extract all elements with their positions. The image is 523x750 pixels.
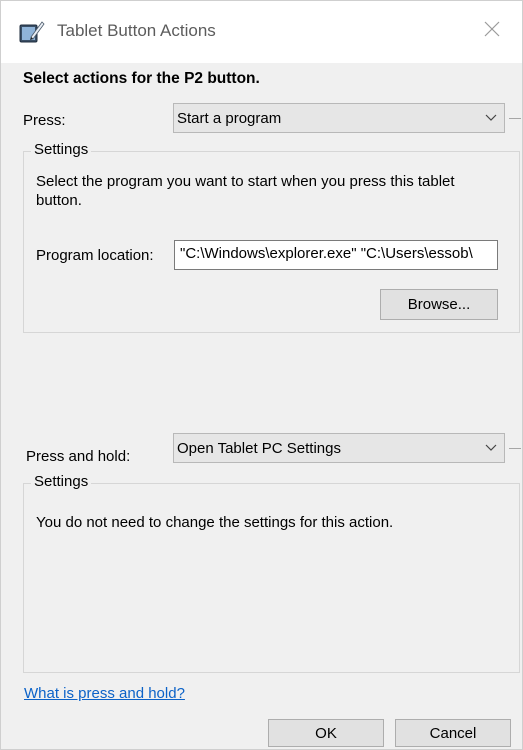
close-icon xyxy=(483,20,501,43)
tablet-pen-icon xyxy=(19,19,45,45)
help-link[interactable]: What is press and hold? xyxy=(24,685,185,702)
press-action-dropdown[interactable]: Start a program xyxy=(173,103,505,133)
title-bar: Tablet Button Actions xyxy=(1,1,522,63)
press-label: Press: xyxy=(23,112,66,129)
press-and-hold-action-dropdown[interactable]: Open Tablet PC Settings xyxy=(173,433,505,463)
ok-button[interactable]: OK xyxy=(268,719,384,747)
press-settings-description: Select the program you want to start whe… xyxy=(36,173,455,209)
program-location-input[interactable]: "C:\Windows\explorer.exe" "C:\Users\esso… xyxy=(174,240,498,270)
program-location-label: Program location: xyxy=(36,247,154,264)
dropdown-divider xyxy=(509,118,521,119)
chevron-down-icon xyxy=(478,104,504,132)
press-action-value: Start a program xyxy=(177,109,282,127)
press-and-hold-settings-group xyxy=(23,483,520,673)
dialog-content: Select actions for the P2 button. Press:… xyxy=(1,63,522,749)
press-and-hold-settings-legend: Settings xyxy=(31,473,92,490)
press-and-hold-action-value: Open Tablet PC Settings xyxy=(177,439,341,457)
dialog-heading: Select actions for the P2 button. xyxy=(23,70,260,87)
press-and-hold-label: Press and hold: xyxy=(26,448,131,465)
chevron-down-icon xyxy=(478,434,504,462)
dialog-window: Tablet Button Actions Select actions for… xyxy=(0,0,523,750)
press-and-hold-settings-description: You do not need to change the settings f… xyxy=(36,514,394,531)
press-settings-legend: Settings xyxy=(31,141,92,158)
browse-button[interactable]: Browse... xyxy=(380,289,498,320)
window-title: Tablet Button Actions xyxy=(57,21,216,40)
dropdown-divider xyxy=(509,448,521,449)
cancel-button[interactable]: Cancel xyxy=(395,719,511,747)
close-button[interactable] xyxy=(472,13,512,49)
